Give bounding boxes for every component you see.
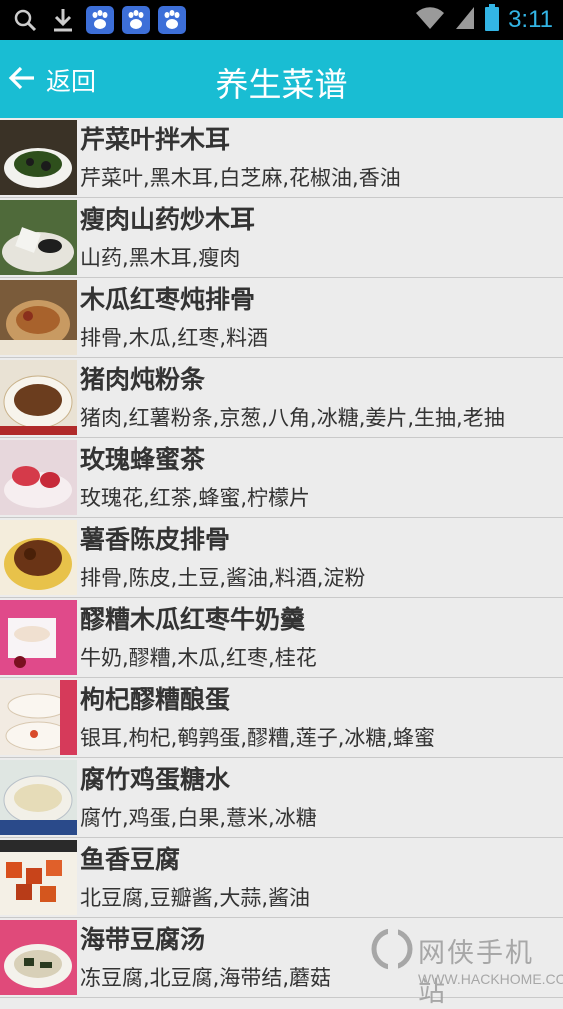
wifi-icon <box>414 5 446 35</box>
recipe-thumbnail <box>0 840 77 915</box>
recipe-ingredients: 排骨,陈皮,土豆,酱油,料酒,淀粉 <box>80 566 366 590</box>
signal-icon <box>454 5 476 35</box>
list-item[interactable]: 芹菜叶拌木耳 芹菜叶,黑木耳,白芝麻,花椒油,香油 <box>0 118 563 198</box>
baidu-paw-icon <box>158 6 186 34</box>
search-icon <box>10 5 40 35</box>
recipe-ingredients: 芹菜叶,黑木耳,白芝麻,花椒油,香油 <box>80 166 401 190</box>
list-item[interactable]: 玫瑰蜂蜜茶 玫瑰花,红茶,蜂蜜,柠檬片 <box>0 438 563 518</box>
recipe-thumbnail <box>0 440 77 515</box>
recipe-thumbnail <box>0 280 77 355</box>
recipe-thumbnail <box>0 680 77 755</box>
recipe-name: 鱼香豆腐 <box>80 845 181 874</box>
baidu-paw-icon <box>122 6 150 34</box>
recipe-name: 木瓜红枣炖排骨 <box>80 285 256 314</box>
recipe-ingredients: 猪肉,红薯粉条,京葱,八角,冰糖,姜片,生抽,老抽 <box>80 406 505 430</box>
list-item[interactable]: 木瓜红枣炖排骨 排骨,木瓜,红枣,料酒 <box>0 278 563 358</box>
recipe-ingredients: 玫瑰花,红茶,蜂蜜,柠檬片 <box>80 486 311 510</box>
recipe-name: 枸杞醪糟酿蛋 <box>80 685 231 714</box>
recipe-ingredients: 排骨,木瓜,红枣,料酒 <box>80 326 269 350</box>
list-item[interactable]: 腐竹鸡蛋糖水 腐竹,鸡蛋,白果,薏米,冰糖 <box>0 758 563 838</box>
recipe-name: 玫瑰蜂蜜茶 <box>80 445 206 474</box>
recipe-list: 芹菜叶拌木耳 芹菜叶,黑木耳,白芝麻,花椒油,香油 瘦肉山药炒木耳 山药,黑木耳… <box>0 118 563 998</box>
baidu-paw-icon <box>86 6 114 34</box>
recipe-ingredients: 牛奶,醪糟,木瓜,红枣,桂花 <box>80 646 317 670</box>
list-item[interactable]: 鱼香豆腐 北豆腐,豆瓣酱,大蒜,酱油 <box>0 838 563 918</box>
watermark-brand: 网侠手机站 <box>418 938 534 1008</box>
page-title: 养生菜谱 <box>215 65 348 104</box>
recipe-thumbnail <box>0 760 77 835</box>
list-item[interactable]: 醪糟木瓜红枣牛奶羹 牛奶,醪糟,木瓜,红枣,桂花 <box>0 598 563 678</box>
battery-icon <box>484 4 500 36</box>
list-item[interactable]: 瘦肉山药炒木耳 山药,黑木耳,瘦肉 <box>0 198 563 278</box>
recipe-thumbnail <box>0 120 77 195</box>
watermark-logo-icon <box>370 927 414 975</box>
list-item[interactable]: 薯香陈皮排骨 排骨,陈皮,土豆,酱油,料酒,淀粉 <box>0 518 563 598</box>
clock: 3:11 <box>508 6 553 33</box>
recipe-name: 醪糟木瓜红枣牛奶羹 <box>80 605 306 634</box>
status-bar: 3:11 <box>0 0 563 40</box>
recipe-ingredients: 山药,黑木耳,瘦肉 <box>80 246 241 270</box>
download-icon <box>48 5 78 35</box>
recipe-thumbnail <box>0 600 77 675</box>
recipe-thumbnail <box>0 520 77 595</box>
recipe-thumbnail <box>0 360 77 435</box>
title-bar: 返回 养生菜谱 <box>0 40 563 118</box>
recipe-name: 芹菜叶拌木耳 <box>80 125 231 154</box>
recipe-ingredients: 银耳,枸杞,鹌鹑蛋,醪糟,莲子,冰糖,蜂蜜 <box>80 726 436 750</box>
recipe-name: 海带豆腐汤 <box>80 925 206 954</box>
recipe-name: 瘦肉山药炒木耳 <box>80 205 256 234</box>
recipe-name: 腐竹鸡蛋糖水 <box>80 765 231 794</box>
recipe-name: 猪肉炖粉条 <box>80 365 206 394</box>
recipe-thumbnail <box>0 920 77 995</box>
recipe-ingredients: 腐竹,鸡蛋,白果,薏米,冰糖 <box>80 806 317 830</box>
recipe-ingredients: 北豆腐,豆瓣酱,大蒜,酱油 <box>80 886 311 910</box>
list-item[interactable]: 枸杞醪糟酿蛋 银耳,枸杞,鹌鹑蛋,醪糟,莲子,冰糖,蜂蜜 <box>0 678 563 758</box>
watermark: 网侠手机站 WWW.HACKHOME.COM <box>370 925 563 1008</box>
watermark-url: WWW.HACKHOME.COM <box>418 971 563 987</box>
recipe-name: 薯香陈皮排骨 <box>80 525 231 554</box>
recipe-thumbnail <box>0 200 77 275</box>
list-item[interactable]: 猪肉炖粉条 猪肉,红薯粉条,京葱,八角,冰糖,姜片,生抽,老抽 <box>0 358 563 438</box>
